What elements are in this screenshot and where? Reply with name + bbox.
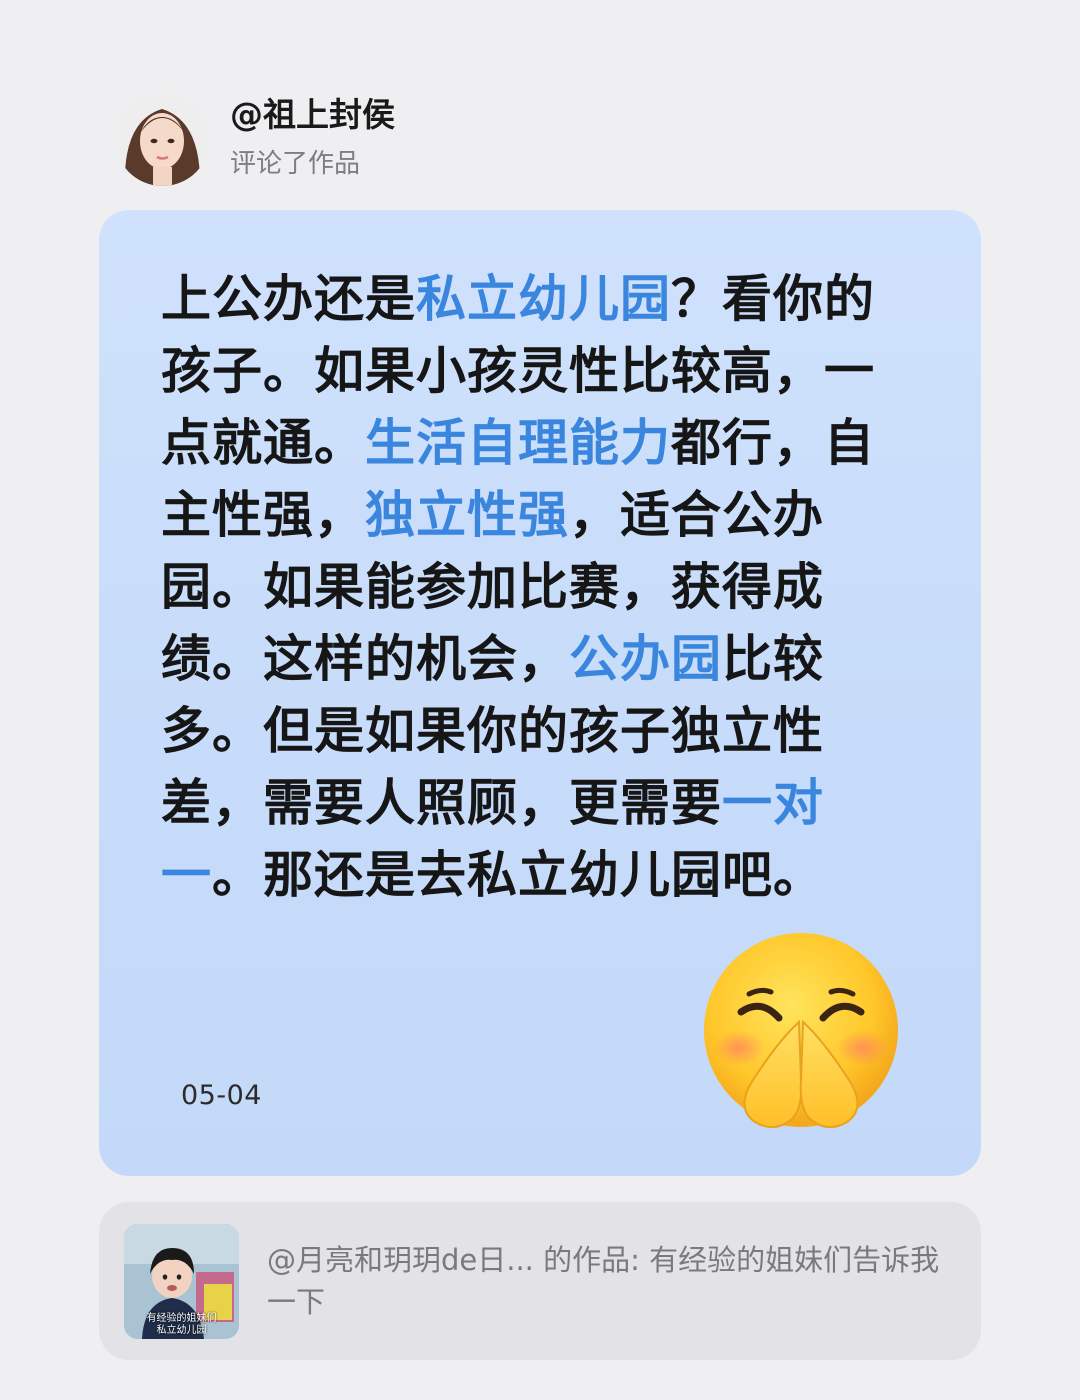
- username[interactable]: @祖上封侯: [230, 92, 395, 138]
- highlight-keyword[interactable]: 私立幼儿园: [416, 270, 671, 328]
- comment-segment: 。那还是去私立幼儿园吧。: [212, 846, 824, 904]
- highlight-keyword[interactable]: 生活自理能力: [365, 414, 671, 472]
- comment-date: 05-04: [181, 1080, 262, 1111]
- highlight-keyword[interactable]: 独立性强: [365, 486, 569, 544]
- user-info: @祖上封侯 评论了作品: [230, 92, 395, 184]
- comment-header: @祖上封侯 评论了作品: [115, 88, 395, 188]
- work-thumbnail[interactable]: 有经验的姐妹们 私立幼儿园: [124, 1223, 239, 1339]
- avatar-portrait-icon: [115, 90, 210, 186]
- comment-card: 上公办还是私立幼儿园？看你的孩子。如果小孩灵性比较高，一点就通。生活自理能力都行…: [99, 210, 981, 1176]
- work-reference-text: @月亮和玥玥de日... 的作品: 有经验的姐妹们告诉我一下: [267, 1243, 940, 1319]
- comment-segment: 上公办还是: [161, 270, 416, 328]
- thumbnail-caption: 有经验的姐妹们 私立幼儿园: [146, 1312, 217, 1336]
- comment-text: 上公办还是私立幼儿园？看你的孩子。如果小孩灵性比较高，一点就通。生活自理能力都行…: [161, 263, 889, 911]
- action-label: 评论了作品: [230, 149, 361, 179]
- work-reference[interactable]: 有经验的姐妹们 私立幼儿园 @月亮和玥玥de日... 的作品: 有经验的姐妹们告…: [99, 1202, 981, 1360]
- avatar[interactable]: [115, 90, 210, 186]
- comment-notification-page: @祖上封侯 评论了作品 上公办还是私立幼儿园？看你的孩子。如果小孩灵性比较高，一…: [0, 0, 1080, 1400]
- pleading-hands-emoji-icon: [704, 933, 898, 1129]
- highlight-keyword[interactable]: 公办园: [569, 630, 722, 688]
